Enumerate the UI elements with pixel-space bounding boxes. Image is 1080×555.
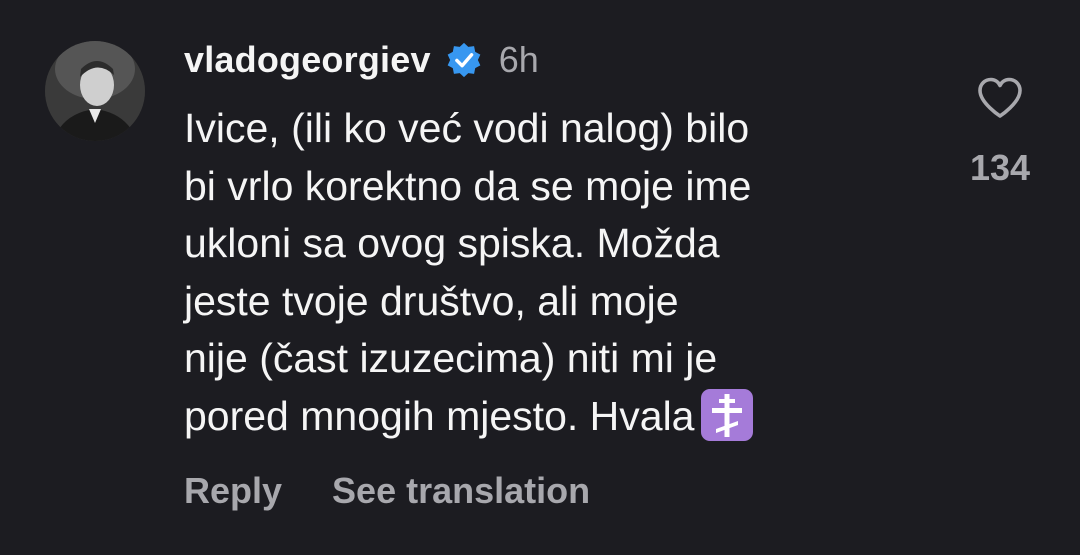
comment-line: nije (čast izuzecima) niti mi je bbox=[184, 335, 718, 381]
see-translation-button[interactable]: See translation bbox=[332, 470, 590, 512]
comment-line: ukloni sa ovog spiska. Možda bbox=[184, 220, 720, 266]
comment-line: jeste tvoje društvo, ali moje bbox=[184, 277, 679, 324]
timestamp: 6h bbox=[498, 39, 539, 80]
comment-line: pored mnogih mjesto. Hvala bbox=[184, 392, 695, 439]
comment-line: Ivice, (ili ko već vodi nalog) bilo bbox=[184, 105, 750, 151]
reply-button[interactable]: Reply bbox=[184, 470, 282, 512]
like-count: 134 bbox=[969, 147, 1031, 188]
heart-icon[interactable] bbox=[976, 76, 1024, 125]
verified-badge-icon bbox=[445, 41, 483, 79]
comment-actions: Reply See translation bbox=[184, 470, 590, 512]
orthodox-cross-emoji-icon bbox=[700, 388, 754, 442]
comment-body: vladogeorgiev 6h Ivice, (ili ko već vodi… bbox=[184, 36, 944, 445]
comment: vladogeorgiev 6h Ivice, (ili ko već vodi… bbox=[0, 0, 1080, 555]
like-column: 134 bbox=[960, 76, 1040, 189]
comment-text: Ivice, (ili ko već vodi nalog) bilo bi v… bbox=[184, 100, 924, 445]
comment-line: bi vrlo korektno da se moje ime bbox=[184, 162, 752, 209]
avatar[interactable] bbox=[45, 41, 145, 141]
comment-header: vladogeorgiev 6h bbox=[184, 36, 944, 84]
username[interactable]: vladogeorgiev bbox=[184, 39, 431, 81]
